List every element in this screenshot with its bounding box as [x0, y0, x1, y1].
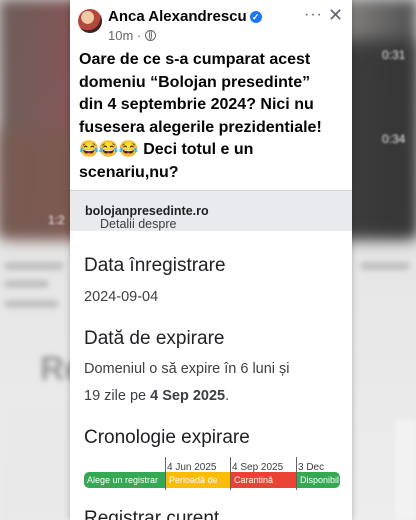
avatar[interactable]: [78, 9, 102, 33]
post-text-line: fusesera alegerile prezidentiale!: [79, 118, 322, 136]
post-text-line: Oare de ce s-a cumparat acest: [79, 51, 311, 68]
post-card: Anca Alexandrescu ✓ 10m · ··· ✕ Oare de c…: [70, 0, 352, 520]
author-name[interactable]: Anca Alexandrescu: [108, 8, 247, 25]
timeline-segment: Disponibil: [297, 472, 340, 488]
domain-details-label: Detalii despre bolojanpresedinte.ro: [85, 204, 209, 231]
post-header: Anca Alexandrescu ✓ 10m · ··· ✕: [70, 0, 352, 44]
background-timestamp: 1:2: [48, 213, 65, 227]
background-card: [395, 420, 416, 520]
background-text: [4, 280, 49, 288]
expiry-text-post: .: [225, 388, 230, 404]
domain-details-header: Detalii despre bolojanpresedinte.ro: [70, 190, 352, 232]
post-time[interactable]: 10m: [108, 28, 133, 43]
registration-date: 2024-09-04: [84, 289, 159, 305]
timeline-segment: Alege un registrar: [84, 472, 165, 488]
background-timestamp: 0:31: [382, 48, 406, 62]
expiry-text-pre: 19 zile pe: [84, 388, 151, 404]
registration-title: Data înregistrare: [84, 255, 226, 276]
author-name-row[interactable]: Anca Alexandrescu ✓: [108, 8, 262, 25]
background-timestamp: 0:34: [382, 132, 406, 146]
background-card: [0, 405, 72, 520]
post-meta: 10m ·: [108, 28, 156, 43]
verified-badge-icon: ✓: [249, 11, 262, 23]
post-text-line: scenariu,nu?: [79, 163, 179, 181]
domain-name: bolojanpresedinte.ro: [85, 204, 209, 218]
post-text-line: din 4 septembrie 2024? Nici nu: [79, 96, 314, 113]
timeline-title: Cronologie expirare: [84, 427, 250, 448]
timeline-segment: Carantină: [231, 472, 296, 488]
expiry-title: Dată de expirare: [84, 328, 225, 349]
background-text: [360, 262, 410, 270]
timeline-segment: Perioadă de: [166, 472, 230, 488]
background-text: [4, 262, 64, 270]
post-text: Oare de ce s-a cumparat acest domeniu “B…: [79, 49, 347, 184]
expiry-date: 4 Sep 2025: [150, 388, 226, 404]
domain-details-prefix: Detalii despre: [100, 217, 177, 231]
registrar-title: Registrar curent: [84, 508, 220, 520]
close-icon[interactable]: ✕: [328, 5, 343, 26]
globe-icon: [144, 30, 156, 41]
post-text-line: domeniu “Bolojan presedinte”: [79, 73, 311, 91]
expiry-text-line2: 19 zile pe 4 Sep 2025.: [84, 388, 229, 404]
attached-screenshot[interactable]: Detalii despre bolojanpresedinte.ro Data…: [70, 190, 352, 520]
background-text: [4, 300, 59, 308]
expiry-text-line1: Domeniul o să expire în 6 luni și: [84, 361, 290, 377]
more-options-icon[interactable]: ···: [304, 6, 323, 24]
post-text-line: 😂😂😂 Deci totul e un: [79, 141, 254, 158]
